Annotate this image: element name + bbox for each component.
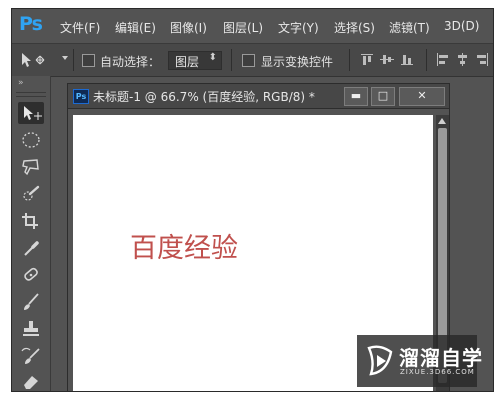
- dropdown-value: 图层: [175, 55, 200, 69]
- spot-healing-tool[interactable]: [18, 264, 44, 286]
- separator: [73, 49, 74, 71]
- eyedropper-tool[interactable]: [18, 237, 44, 259]
- watermark: 溜溜自学 ZIXUE.3D66.COM: [357, 335, 482, 387]
- menu-select[interactable]: 选择(S): [334, 19, 375, 36]
- quick-selection-icon: [23, 185, 40, 201]
- eyedropper-icon: [24, 241, 39, 256]
- ellipse-marquee-icon: [22, 132, 40, 148]
- minimize-button[interactable]: ▬: [344, 87, 368, 106]
- eraser-icon: [24, 376, 38, 389]
- document-title: 未标题-1 @ 66.7% (百度经验, RGB/8) *: [93, 90, 315, 104]
- menu-image[interactable]: 图像(I): [170, 19, 207, 36]
- document-title-bar[interactable]: Ps 未标题-1 @ 66.7% (百度经验, RGB/8) * ▬ □ ✕: [68, 84, 449, 109]
- auto-select-label: 自动选择：: [100, 55, 161, 69]
- brush-tool[interactable]: [18, 291, 44, 313]
- canvas-text-layer[interactable]: 百度经验: [130, 226, 238, 265]
- watermark-logo-icon: [367, 345, 393, 376]
- menu-bar: Ps 文件(F) 编辑(E) 图像(I) 图层(L) 文字(Y) 选择(S) 滤…: [12, 9, 493, 43]
- menu-filter[interactable]: 滤镜(T): [389, 19, 430, 36]
- panel-grip[interactable]: [16, 92, 46, 97]
- brush-icon: [24, 293, 39, 310]
- align-top-icon[interactable]: [360, 53, 374, 66]
- ps-logo: Ps: [19, 13, 43, 35]
- crop-tool[interactable]: [18, 210, 44, 232]
- align-bottom-icon[interactable]: [400, 53, 414, 66]
- lasso-icon: [22, 159, 39, 176]
- maximize-button[interactable]: □: [371, 87, 395, 106]
- stamp-icon: [23, 321, 39, 336]
- dropdown-arrow-icon: ⬍: [208, 52, 217, 63]
- elliptical-marquee-tool[interactable]: [18, 129, 44, 151]
- scroll-up-arrow-icon[interactable]: [438, 118, 446, 124]
- move-tool-preset-icon[interactable]: [20, 51, 50, 69]
- menu-3d[interactable]: 3D(D): [444, 19, 479, 33]
- auto-select-checkbox[interactable]: [82, 54, 95, 67]
- close-button[interactable]: ✕: [399, 87, 445, 106]
- preset-dropdown-arrow-icon[interactable]: [62, 56, 68, 60]
- move-tool[interactable]: [18, 102, 44, 124]
- bandage-icon: [24, 267, 38, 281]
- options-bar: 自动选择： 图层 ⬍ 显示变换控件: [12, 43, 493, 77]
- auto-select-target-dropdown[interactable]: 图层 ⬍: [168, 51, 222, 70]
- history-brush-icon: [21, 347, 40, 364]
- separator: [231, 49, 232, 71]
- move-icon: [24, 106, 42, 120]
- collapse-panel-icon[interactable]: »: [18, 78, 23, 88]
- align-left-icon[interactable]: [436, 53, 450, 66]
- menu-layer[interactable]: 图层(L): [223, 19, 263, 36]
- show-transform-label: 显示变换控件: [261, 55, 334, 69]
- eraser-tool[interactable]: [18, 370, 44, 391]
- crop-icon: [22, 213, 38, 229]
- align-right-icon[interactable]: [475, 53, 489, 66]
- tools-panel: »: [12, 76, 51, 391]
- watermark-url: ZIXUE.3D66.COM: [400, 368, 475, 376]
- polygonal-lasso-tool[interactable]: [18, 156, 44, 178]
- quick-selection-tool[interactable]: [18, 183, 44, 205]
- align-vertical-center-icon[interactable]: [380, 53, 394, 66]
- separator: [426, 49, 427, 71]
- menu-type[interactable]: 文字(Y): [278, 19, 319, 36]
- menu-file[interactable]: 文件(F): [60, 19, 100, 36]
- ps-document-icon: Ps: [73, 89, 89, 104]
- show-transform-checkbox[interactable]: [242, 54, 255, 67]
- align-horizontal-center-icon[interactable]: [456, 53, 470, 66]
- separator: [349, 49, 350, 71]
- watermark-name: 溜溜自学: [399, 346, 483, 370]
- clone-stamp-tool[interactable]: [18, 318, 44, 340]
- history-brush-tool[interactable]: [18, 345, 44, 367]
- menu-edit[interactable]: 编辑(E): [115, 19, 156, 36]
